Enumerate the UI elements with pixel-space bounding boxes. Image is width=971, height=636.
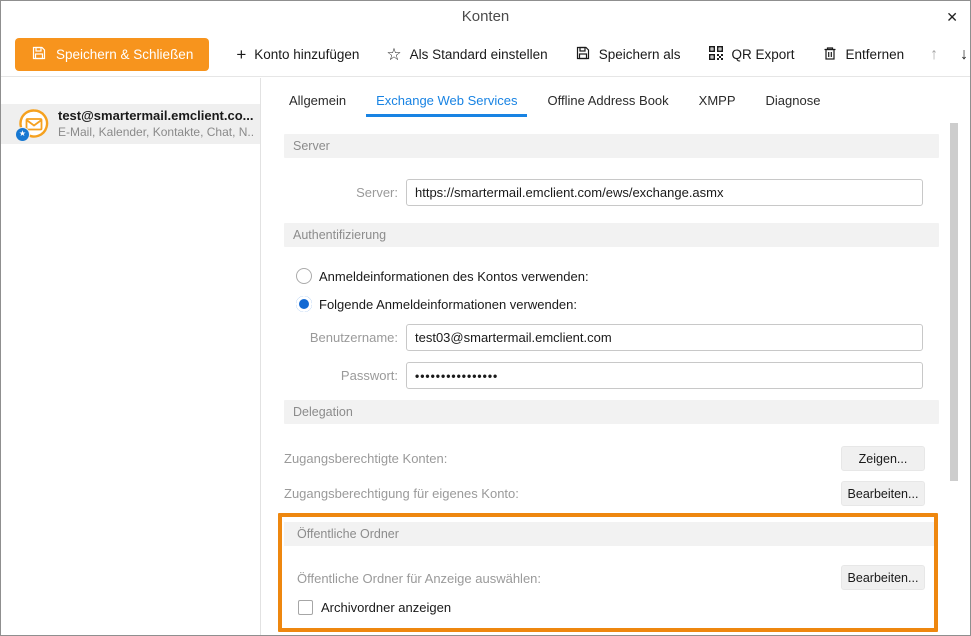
server-section-header: Server [284,134,939,158]
checkbox-unchecked-icon[interactable] [298,600,313,615]
default-account-badge-star-icon: ★ [15,127,30,142]
set-default-button[interactable]: ☆ Als Standard einstellen [386,47,547,63]
tab-xmpp[interactable]: XMPP [689,83,746,117]
scrollbar-track[interactable] [950,122,958,635]
tab-offline-address-book[interactable]: Offline Address Book [537,83,678,117]
highlight-annotation: Öffentliche Ordner Öffentliche Ordner fü… [278,513,938,632]
server-input[interactable] [406,179,923,206]
remove-button[interactable]: Entfernen [822,45,905,64]
public-folders-section-header: Öffentliche Ordner [284,522,934,546]
account-settings-panel: Allgemein Exchange Web Services Offline … [262,78,970,635]
save-as-label: Speichern als [599,47,681,62]
delegation-section-header: Delegation [284,400,939,424]
save-icon [31,45,47,64]
settings-tabs: Allgemein Exchange Web Services Offline … [279,83,830,117]
close-icon[interactable]: ✕ [946,7,958,27]
account-avatar: ★ [17,107,51,141]
save-as-button[interactable]: Speichern als [575,45,681,64]
own-account-permissions-edit-button[interactable]: Bearbeiten... [841,481,925,506]
dialog-title: Konten [1,1,970,33]
add-account-button[interactable]: + Konto hinzufügen [236,47,359,63]
qr-export-button[interactable]: QR Export [708,45,795,64]
username-input[interactable] [406,324,923,351]
account-services-subtitle: E-Mail, Kalender, Kontakte, Chat, N... [58,125,254,139]
set-default-label: Als Standard einstellen [410,47,548,62]
account-title: test@smartermail.emclient.co... [58,108,254,123]
authentication-section-header: Authentifizierung [284,223,939,247]
delegated-accounts-show-button[interactable]: Zeigen... [841,446,925,471]
tab-allgemein[interactable]: Allgemein [279,83,356,117]
radio-use-following-credentials[interactable]: Folgende Anmeldeinformationen verwenden: [296,296,577,312]
star-icon: ☆ [386,47,401,63]
username-label: Benutzername: [262,330,398,345]
title-bar: Konten ✕ [1,1,970,33]
qr-export-label: QR Export [732,47,795,62]
delegated-accounts-label: Zugangsberechtigte Konten: [284,451,447,466]
account-list-sidebar: ★ test@smartermail.emclient.co... E-Mail… [1,78,261,635]
radio-checked-icon[interactable] [296,296,312,312]
own-account-permissions-label: Zugangsberechtigung für eigenes Konto: [284,486,519,501]
save-and-close-button[interactable]: Speichern & Schließen [15,38,209,71]
save-as-icon [575,45,591,64]
move-up-icon[interactable]: ↑ [930,46,938,64]
qr-code-icon [708,45,724,64]
trash-icon [822,45,838,64]
public-folders-edit-button[interactable]: Bearbeiten... [841,565,925,590]
move-down-icon[interactable]: ↓ [960,46,968,64]
save-and-close-label: Speichern & Schließen [56,47,193,62]
remove-label: Entfernen [846,47,905,62]
public-folders-select-label: Öffentliche Ordner für Anzeige auswählen… [297,571,541,586]
tab-exchange-web-services[interactable]: Exchange Web Services [366,83,527,117]
radio-use-following-credentials-label[interactable]: Folgende Anmeldeinformationen verwenden: [319,297,577,312]
password-label: Passwort: [262,368,398,383]
password-input[interactable] [406,362,923,389]
radio-use-account-credentials-label[interactable]: Anmeldeinformationen des Kontos verwende… [319,269,589,284]
scrollbar-thumb[interactable] [950,123,958,481]
radio-use-account-credentials[interactable]: Anmeldeinformationen des Kontos verwende… [296,268,589,284]
tab-diagnose[interactable]: Diagnose [756,83,831,117]
plus-icon: + [236,47,246,63]
account-list-item[interactable]: ★ test@smartermail.emclient.co... E-Mail… [1,104,260,144]
archive-folder-checkbox-row[interactable]: Archivordner anzeigen [298,600,451,615]
add-account-label: Konto hinzufügen [254,47,359,62]
archive-folder-checkbox-label[interactable]: Archivordner anzeigen [321,600,451,615]
radio-unchecked-icon[interactable] [296,268,312,284]
accounts-dialog: Konten ✕ Speichern & Schließen + Konto h… [0,0,971,636]
server-label: Server: [262,185,398,200]
toolbar: Speichern & Schließen + Konto hinzufügen… [1,33,970,77]
